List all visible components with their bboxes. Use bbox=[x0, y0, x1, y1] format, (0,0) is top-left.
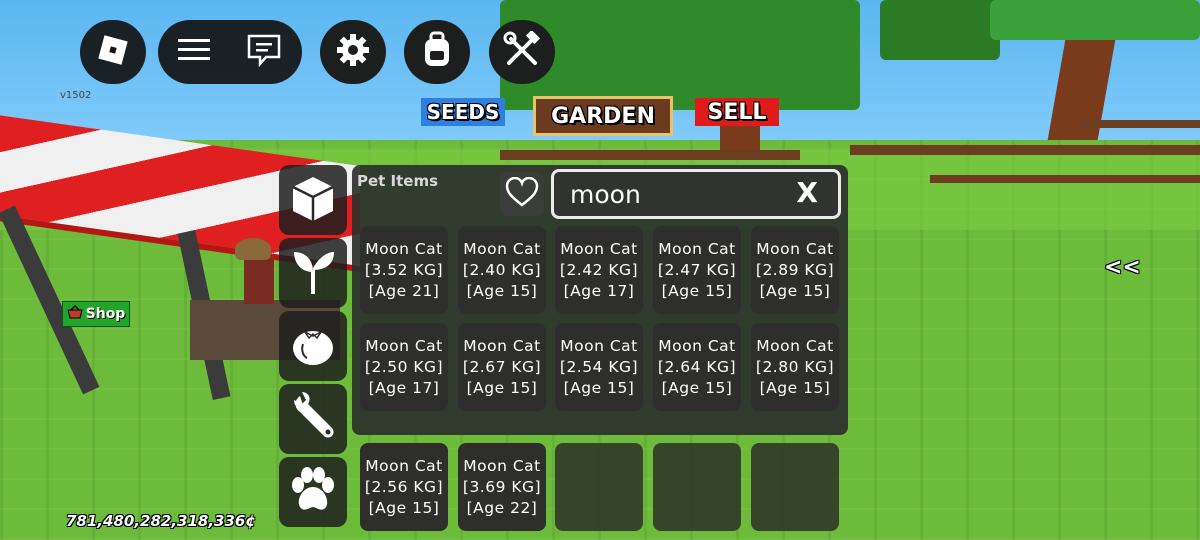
empty-slot[interactable] bbox=[751, 443, 839, 531]
inventory-slot[interactable]: Moon Cat [2.89 KG] [Age 15] bbox=[751, 226, 839, 314]
item-age: [Age 15] bbox=[661, 378, 733, 397]
basket-icon bbox=[67, 304, 83, 323]
shop-label: Shop bbox=[85, 306, 126, 322]
empty-slot[interactable] bbox=[555, 443, 643, 531]
backpack-button[interactable] bbox=[404, 20, 470, 84]
fence bbox=[1080, 120, 1200, 128]
box-icon bbox=[289, 173, 337, 227]
version-label: v1502 bbox=[60, 90, 92, 101]
wrench-icon bbox=[290, 392, 336, 446]
sprout-icon bbox=[290, 246, 336, 300]
search-box[interactable]: moon X bbox=[551, 169, 841, 219]
inventory-slot[interactable]: Moon Cat [2.67 KG] [Age 15] bbox=[458, 323, 546, 411]
roblox-logo-icon bbox=[96, 33, 130, 71]
favorite-filter-button[interactable] bbox=[500, 172, 544, 216]
empty-slot[interactable] bbox=[653, 443, 741, 531]
category-items-button[interactable] bbox=[279, 165, 347, 235]
item-weight: [2.42 KG] bbox=[559, 260, 639, 279]
panel-title: Pet Items bbox=[357, 172, 439, 190]
inventory-slot[interactable]: Moon Cat [2.64 KG] [Age 15] bbox=[653, 323, 741, 411]
backpack-icon bbox=[420, 31, 454, 73]
item-name: Moon Cat bbox=[365, 456, 443, 475]
item-weight: [2.89 KG] bbox=[755, 260, 835, 279]
tools-icon bbox=[503, 29, 541, 73]
item-name: Moon Cat bbox=[658, 336, 736, 355]
tools-button[interactable] bbox=[489, 20, 555, 84]
item-age: [Age 21] bbox=[368, 281, 440, 300]
item-age: [Age 22] bbox=[466, 498, 538, 517]
inventory-slot[interactable]: Moon Cat [2.54 KG] [Age 15] bbox=[555, 323, 643, 411]
category-fruits-button[interactable] bbox=[279, 311, 347, 381]
item-weight: [2.56 KG] bbox=[364, 477, 444, 496]
item-age: [Age 15] bbox=[661, 281, 733, 300]
inventory-slot[interactable]: Moon Cat [2.40 KG] [Age 15] bbox=[458, 226, 546, 314]
tab-sell[interactable]: SELL bbox=[695, 98, 779, 126]
heart-icon bbox=[505, 176, 539, 211]
item-age: [Age 15] bbox=[563, 378, 635, 397]
gear-icon bbox=[335, 32, 371, 72]
category-seeds-button[interactable] bbox=[279, 238, 347, 308]
item-age: [Age 15] bbox=[759, 281, 831, 300]
item-name: Moon Cat bbox=[365, 239, 443, 258]
category-pets-button[interactable] bbox=[279, 457, 347, 527]
item-weight: [3.52 KG] bbox=[364, 260, 444, 279]
item-name: Moon Cat bbox=[560, 239, 638, 258]
fence bbox=[500, 150, 800, 160]
item-age: [Age 15] bbox=[759, 378, 831, 397]
paw-icon bbox=[288, 467, 338, 517]
collapse-button[interactable]: << bbox=[1104, 255, 1141, 280]
item-weight: [2.54 KG] bbox=[559, 357, 639, 376]
item-weight: [2.80 KG] bbox=[755, 357, 835, 376]
item-name: Moon Cat bbox=[756, 336, 834, 355]
npc-character[interactable] bbox=[244, 258, 274, 304]
item-name: Moon Cat bbox=[365, 336, 443, 355]
tab-garden[interactable]: GARDEN bbox=[533, 96, 673, 136]
item-age: [Age 15] bbox=[466, 281, 538, 300]
inventory-slot[interactable]: Moon Cat [3.52 KG] [Age 21] bbox=[360, 226, 448, 314]
item-weight: [2.40 KG] bbox=[462, 260, 542, 279]
inventory-slot[interactable]: Moon Cat [2.42 KG] [Age 17] bbox=[555, 226, 643, 314]
settings-button[interactable] bbox=[320, 20, 386, 84]
shop-button[interactable]: Shop bbox=[62, 301, 130, 327]
item-name: Moon Cat bbox=[560, 336, 638, 355]
item-weight: [2.64 KG] bbox=[657, 357, 737, 376]
item-age: [Age 15] bbox=[466, 378, 538, 397]
tomato-icon bbox=[289, 320, 337, 372]
chat-icon[interactable] bbox=[246, 33, 282, 71]
menu-icon[interactable] bbox=[178, 37, 210, 67]
fence bbox=[930, 175, 1200, 183]
menu-chat-group bbox=[158, 20, 302, 84]
item-weight: [2.67 KG] bbox=[462, 357, 542, 376]
fence bbox=[850, 145, 1200, 155]
item-age: [Age 17] bbox=[368, 378, 440, 397]
inventory-slot[interactable]: Moon Cat [2.80 KG] [Age 15] bbox=[751, 323, 839, 411]
inventory-slot[interactable]: Moon Cat [2.50 KG] [Age 17] bbox=[360, 323, 448, 411]
tab-seeds[interactable]: SEEDS bbox=[421, 98, 505, 126]
item-age: [Age 15] bbox=[368, 498, 440, 517]
inventory-slot[interactable]: Moon Cat [2.47 KG] [Age 15] bbox=[653, 226, 741, 314]
item-name: Moon Cat bbox=[463, 239, 541, 258]
item-age: [Age 17] bbox=[563, 281, 635, 300]
roblox-menu-button[interactable] bbox=[80, 20, 146, 84]
search-input[interactable]: moon bbox=[570, 180, 641, 209]
item-name: Moon Cat bbox=[463, 336, 541, 355]
inventory-slot[interactable]: Moon Cat [3.69 KG] [Age 22] bbox=[458, 443, 546, 531]
item-weight: [3.69 KG] bbox=[462, 477, 542, 496]
item-name: Moon Cat bbox=[756, 239, 834, 258]
clear-search-button[interactable]: X bbox=[796, 176, 818, 209]
npc-hat bbox=[235, 238, 271, 260]
item-name: Moon Cat bbox=[463, 456, 541, 475]
item-name: Moon Cat bbox=[658, 239, 736, 258]
item-weight: [2.50 KG] bbox=[364, 357, 444, 376]
tree-canopy bbox=[990, 0, 1200, 40]
category-gear-button[interactable] bbox=[279, 384, 347, 454]
tree-canopy bbox=[880, 0, 1000, 60]
inventory-slot[interactable]: Moon Cat [2.56 KG] [Age 15] bbox=[360, 443, 448, 531]
currency-display: 781,480,282,318,336¢ bbox=[66, 512, 256, 530]
item-weight: [2.47 KG] bbox=[657, 260, 737, 279]
